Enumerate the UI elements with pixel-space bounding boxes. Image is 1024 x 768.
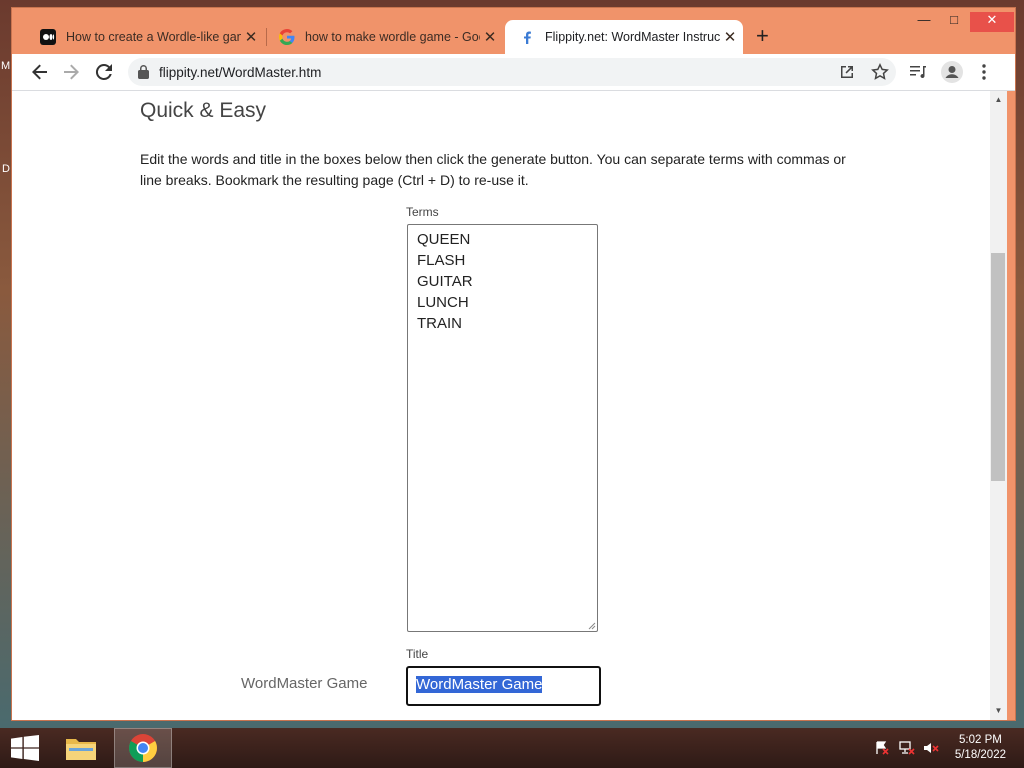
lock-icon[interactable] <box>138 65 149 79</box>
desktop-edge-label-2: D <box>2 163 10 175</box>
tab-google-search[interactable]: how to make wordle game - Google Search … <box>265 20 505 54</box>
page-content: Quick & Easy Edit the words and title in… <box>12 91 990 720</box>
new-tab-button[interactable]: + <box>756 25 769 47</box>
section-heading: Quick & Easy <box>140 99 267 122</box>
term-line: TRAIN <box>417 315 462 332</box>
menu-button[interactable] <box>972 60 996 84</box>
clock-date: 5/18/2022 <box>954 749 1006 761</box>
network-icon[interactable] <box>896 728 918 768</box>
tab-title: How to create a Wordle-like game <box>66 30 241 44</box>
forward-arrow-icon <box>64 64 79 80</box>
clock-time: 5:02 PM <box>959 734 1002 746</box>
file-explorer-taskbar-button[interactable] <box>58 728 104 768</box>
star-icon <box>871 63 889 80</box>
google-g-icon <box>279 29 295 45</box>
share-icon <box>841 66 853 78</box>
reload-button[interactable] <box>92 60 116 84</box>
desktop-edge-label-1: M <box>1 60 11 72</box>
browser-toolbar: flippity.net/WordMaster.htm <box>12 54 1015 91</box>
back-arrow-icon <box>32 64 47 80</box>
scroll-down-arrow-icon[interactable]: ▼ <box>990 704 1007 718</box>
url-text: flippity.net/WordMaster.htm <box>159 64 322 80</box>
start-button[interactable] <box>4 728 46 768</box>
title-input[interactable]: WordMaster Game <box>406 666 601 706</box>
avatar-icon <box>941 61 963 83</box>
tab-strip: How to create a Wordle-like game ✕ how t… <box>12 8 1015 54</box>
forward-button[interactable] <box>59 60 83 84</box>
tab-title: Flippity.net: WordMaster Instructions <box>545 30 720 44</box>
flippity-f-icon <box>519 29 535 45</box>
minimize-button[interactable]: — <box>909 12 939 32</box>
taskbar: 5:02 PM 5/18/2022 <box>0 728 1024 768</box>
chrome-logo-icon <box>129 734 157 762</box>
volume-muted-icon[interactable] <box>920 728 942 768</box>
back-button[interactable] <box>28 60 52 84</box>
term-line: GUITAR <box>417 273 473 290</box>
windows-logo-icon <box>11 735 39 761</box>
close-tab-icon[interactable]: ✕ <box>720 28 740 46</box>
medium-icon <box>40 29 56 45</box>
selected-title-text: WordMaster Game <box>416 676 543 693</box>
share-button[interactable] <box>835 60 859 84</box>
terms-label: Terms <box>406 205 439 219</box>
close-tab-icon[interactable]: ✕ <box>241 28 261 46</box>
folder-icon <box>66 739 96 760</box>
system-clock[interactable]: 5:02 PM 5/18/2022 <box>955 733 1006 763</box>
terms-textarea[interactable]: QUEEN FLASH GUITAR LUNCH TRAIN <box>407 224 598 632</box>
tab-title: how to make wordle game - Google Search <box>305 30 480 44</box>
media-control-button[interactable] <box>906 60 930 84</box>
chrome-taskbar-button[interactable] <box>114 728 172 768</box>
tab-flippity[interactable]: Flippity.net: WordMaster Instructions ✕ <box>505 20 743 54</box>
term-line: FLASH <box>417 252 466 269</box>
term-line: LUNCH <box>417 294 469 311</box>
tab-wordle-article[interactable]: How to create a Wordle-like game ✕ <box>26 20 266 54</box>
close-window-button[interactable]: ✕ <box>970 12 1014 32</box>
address-bar[interactable]: flippity.net/WordMaster.htm <box>128 58 896 86</box>
more-vert-icon <box>982 64 986 80</box>
action-center-flag-icon[interactable] <box>872 728 892 768</box>
reload-icon <box>95 63 112 80</box>
term-line: QUEEN <box>417 231 471 248</box>
instructions-text: Edit the words and title in the boxes be… <box>140 151 846 188</box>
maximize-button[interactable]: □ <box>939 12 969 32</box>
page-scrollbar[interactable]: ▲ ▼ <box>990 91 1007 720</box>
title-label: Title <box>406 647 429 661</box>
playlist-music-icon <box>910 66 926 79</box>
resize-grip-icon[interactable] <box>588 622 596 630</box>
browser-window: How to create a Wordle-like game ✕ how t… <box>12 8 1015 720</box>
bookmark-star-button[interactable] <box>868 60 892 84</box>
scroll-thumb[interactable] <box>991 253 1005 481</box>
title-preview: WordMaster Game <box>241 675 368 692</box>
scroll-up-arrow-icon[interactable]: ▲ <box>990 93 1007 107</box>
close-tab-icon[interactable]: ✕ <box>480 28 500 46</box>
profile-button[interactable] <box>940 60 964 84</box>
